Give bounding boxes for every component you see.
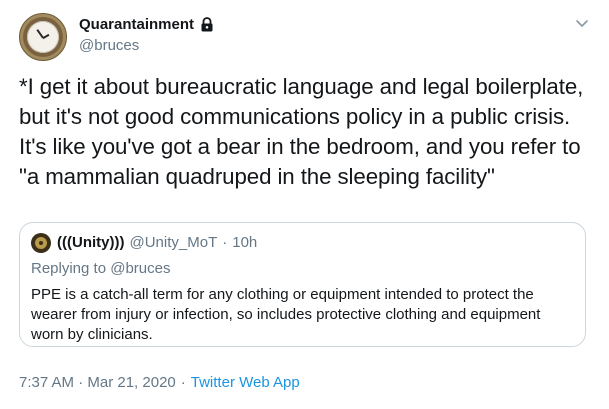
footer-separator: ·: [180, 374, 186, 391]
chevron-down-icon[interactable]: [573, 14, 591, 32]
quoted-tweet-text: PPE is a catch-all term for any clothing…: [31, 286, 541, 343]
author-avatar[interactable]: [19, 13, 67, 61]
quoted-time: 10h: [232, 234, 258, 251]
quoted-tweet-header: (((Unity))) @Unity_MoT · 10h: [57, 234, 257, 251]
author-handle[interactable]: @bruces: [79, 37, 139, 54]
tweet-source-link[interactable]: Twitter Web App: [191, 374, 300, 391]
lock-icon: [201, 17, 213, 32]
quoted-author-handle: @Unity_MoT: [129, 234, 218, 251]
quoted-replying-to: Replying to @bruces: [31, 260, 171, 277]
quoted-author-avatar: [31, 233, 51, 253]
tweet-footer: 7:37 AM · Mar 21, 2020 · Twitter Web App: [19, 374, 300, 391]
tweet-card: Quarantainment @bruces *I get it about b…: [0, 0, 609, 409]
tweet-timestamp[interactable]: 7:37 AM · Mar 21, 2020: [19, 374, 176, 391]
quoted-separator: ·: [222, 234, 228, 251]
author-name-text[interactable]: Quarantainment: [79, 16, 194, 33]
quoted-avatar-center: [39, 241, 43, 245]
author-display-name[interactable]: Quarantainment: [79, 16, 214, 33]
tweet-text: *I get it about bureaucratic language an…: [19, 74, 584, 189]
quoted-author-name: (((Unity))): [57, 234, 125, 251]
quoted-tweet[interactable]: (((Unity))) @Unity_MoT · 10h Replying to…: [19, 222, 586, 347]
